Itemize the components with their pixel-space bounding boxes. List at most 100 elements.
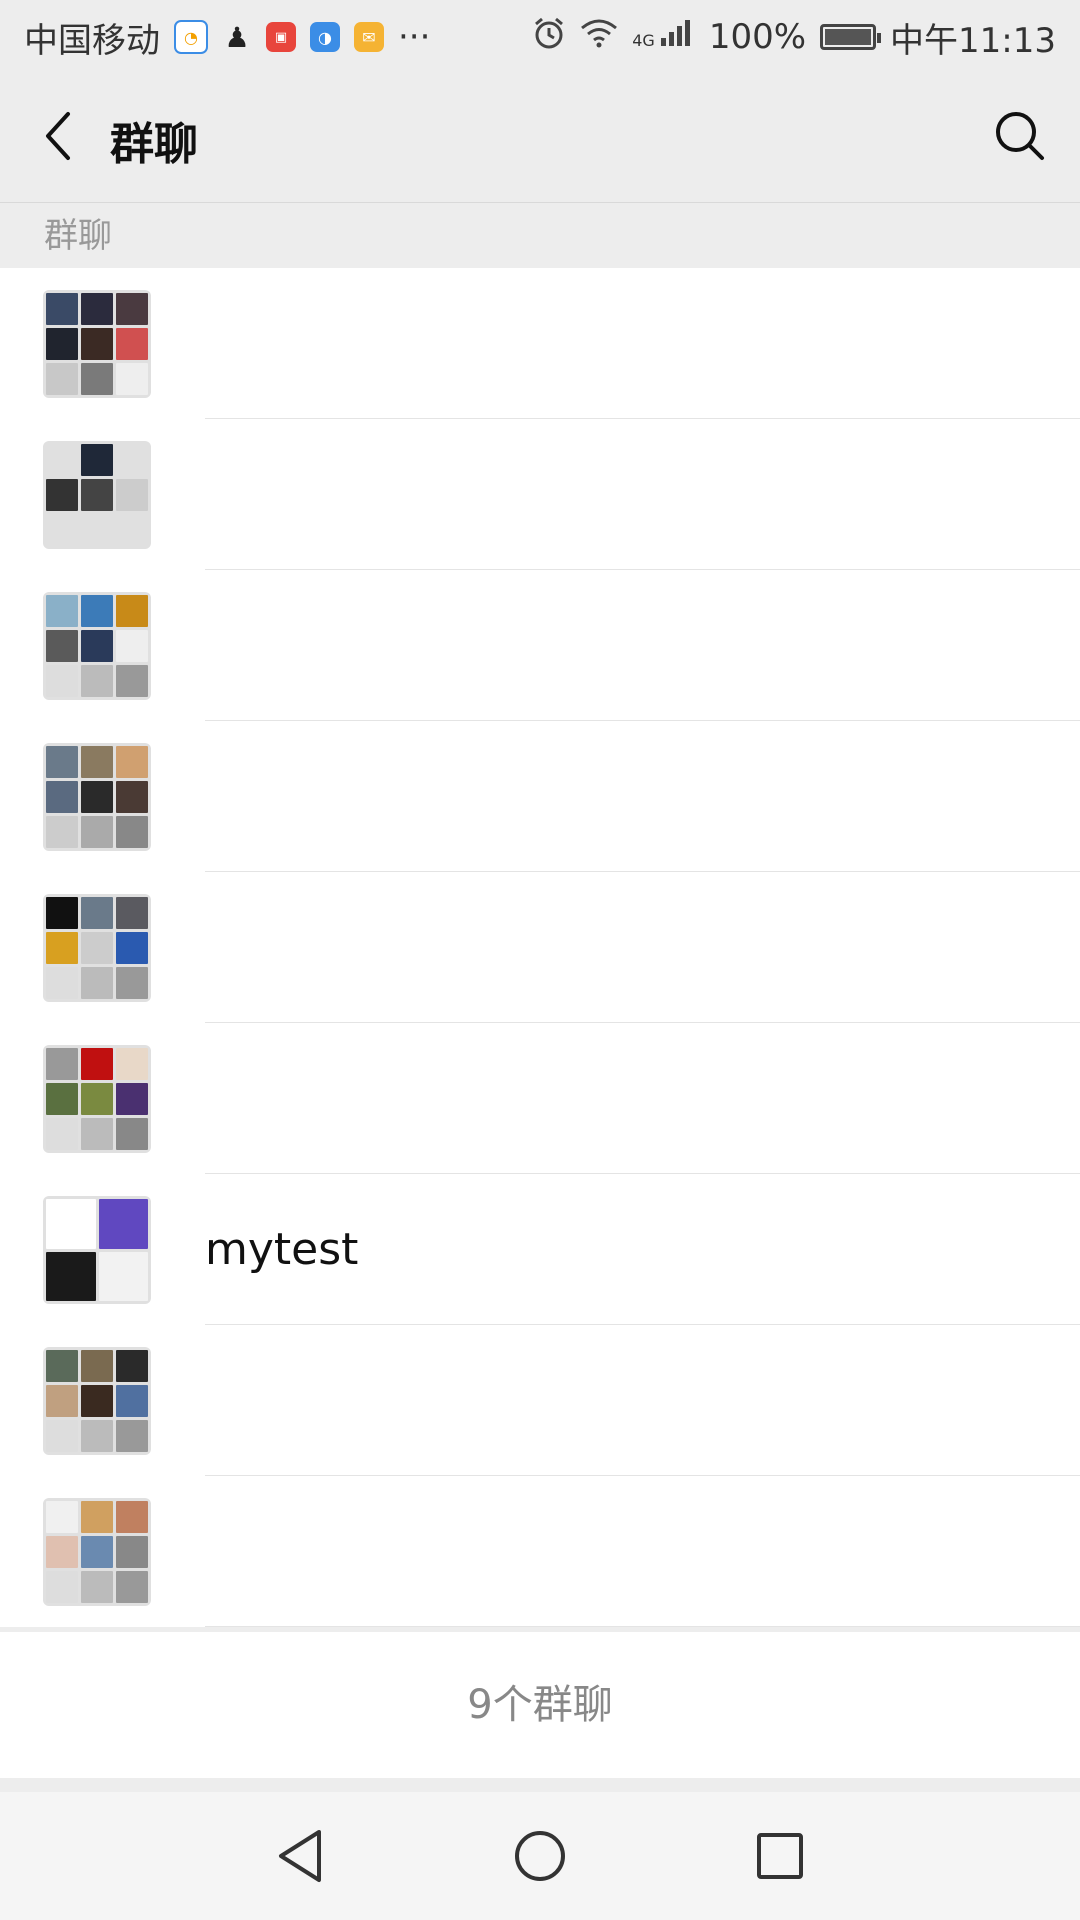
avatar-tile [81,1083,113,1115]
avatar-tile [46,444,78,476]
avatar-tile [81,1048,113,1080]
avatar-tile [46,1083,78,1115]
avatar-tile [116,1083,148,1115]
avatar-tile [116,1501,148,1533]
section-header: 群聊 [0,202,1080,268]
status-bar: 中国移动 ◔ ♟ ▣ ◑ ✉ ··· 4G 100% 中午11:13 [0,0,1080,74]
avatar-tile [81,630,113,662]
avatar-tile [116,293,148,325]
avatar-tile [81,665,113,697]
avatar-tile [81,1536,113,1568]
group-name: mytest [205,1224,359,1275]
top-app-bar: 群聊 [0,74,1080,202]
nav-recents-button[interactable] [745,1821,815,1891]
avatar-tile [46,781,78,813]
avatar-tile [81,816,113,848]
avatar-tile [46,363,78,395]
avatar-tile [98,1199,148,1249]
more-notifications-icon: ··· [398,17,431,57]
battery-icon [820,24,882,50]
avatar-tile [81,595,113,627]
avatar-tile [81,444,113,476]
avatar-tile [81,328,113,360]
group-chat-row[interactable]: mytest [0,1174,1080,1325]
search-button[interactable] [984,100,1056,172]
blue-app-icon: ◑ [310,22,340,52]
group-chat-row[interactable] [0,268,1080,419]
group-chat-row[interactable] [0,419,1080,570]
avatar-tile [116,444,148,476]
avatar-tile [46,1251,96,1301]
chevron-left-icon [46,112,70,160]
avatar-tile [116,1536,148,1568]
avatar-tile [116,897,148,929]
avatar-tile [46,1501,78,1533]
avatar-tile [46,1385,78,1417]
avatar-tile [116,1571,148,1603]
avatar-tile [46,1536,78,1568]
group-chat-row[interactable] [0,570,1080,721]
back-button[interactable] [28,104,92,168]
avatar-tile [46,514,78,546]
page-title: 群聊 [110,119,198,170]
avatar-tile [116,967,148,999]
avatar-tile [46,1420,78,1452]
avatar-tile [46,967,78,999]
group-avatar [43,592,151,700]
avatar-tile [46,328,78,360]
avatar-tile [81,897,113,929]
avatar-tile [116,816,148,848]
system-nav-bar [0,1792,1080,1920]
group-chat-row[interactable] [0,872,1080,1023]
avatar-tile [46,630,78,662]
avatar-tile [46,595,78,627]
group-chat-row[interactable] [0,721,1080,872]
avatar-tile [46,665,78,697]
avatar-tile [81,1118,113,1150]
avatar-tile [116,1118,148,1150]
group-chat-row[interactable] [0,1476,1080,1627]
group-chat-row[interactable] [0,1023,1080,1174]
avatar-tile [81,1385,113,1417]
avatar-tile [81,967,113,999]
signal-icon [659,17,695,57]
square-recents-icon [757,1833,803,1879]
group-avatar [43,743,151,851]
avatar-tile [116,479,148,511]
avatar-tile [81,781,113,813]
avatar-tile [116,595,148,627]
avatar-tile [81,363,113,395]
group-chat-row[interactable] [0,1325,1080,1476]
avatar-tile [46,897,78,929]
group-avatar [43,1347,151,1455]
avatar-tile [116,1420,148,1452]
battery-percent: 100% [708,17,807,57]
avatar-tile [46,1048,78,1080]
avatar-tile [46,1118,78,1150]
avatar-tile [116,665,148,697]
avatar-tile [116,630,148,662]
avatar-tile [81,514,113,546]
avatar-tile [46,932,78,964]
network-type: 4G [632,30,655,50]
mail-icon: ✉ [354,22,384,52]
group-avatar [43,1196,151,1304]
triangle-back-icon [279,1830,321,1882]
avatar-tile [46,1571,78,1603]
carrier-name: 中国移动 [24,20,160,61]
nav-home-button[interactable] [505,1821,575,1891]
avatar-tile [81,1350,113,1382]
search-icon [996,112,1044,160]
clock-app-icon: ◔ [174,20,208,54]
avatar-tile [116,781,148,813]
avatar-tile [46,479,78,511]
group-avatar [43,1045,151,1153]
avatar-tile [46,1350,78,1382]
avatar-tile [81,1420,113,1452]
avatar-tile [46,746,78,778]
avatar-tile [81,932,113,964]
avatar-tile [46,1199,96,1249]
group-avatar [43,290,151,398]
avatar-tile [116,363,148,395]
nav-back-button[interactable] [265,1821,335,1891]
